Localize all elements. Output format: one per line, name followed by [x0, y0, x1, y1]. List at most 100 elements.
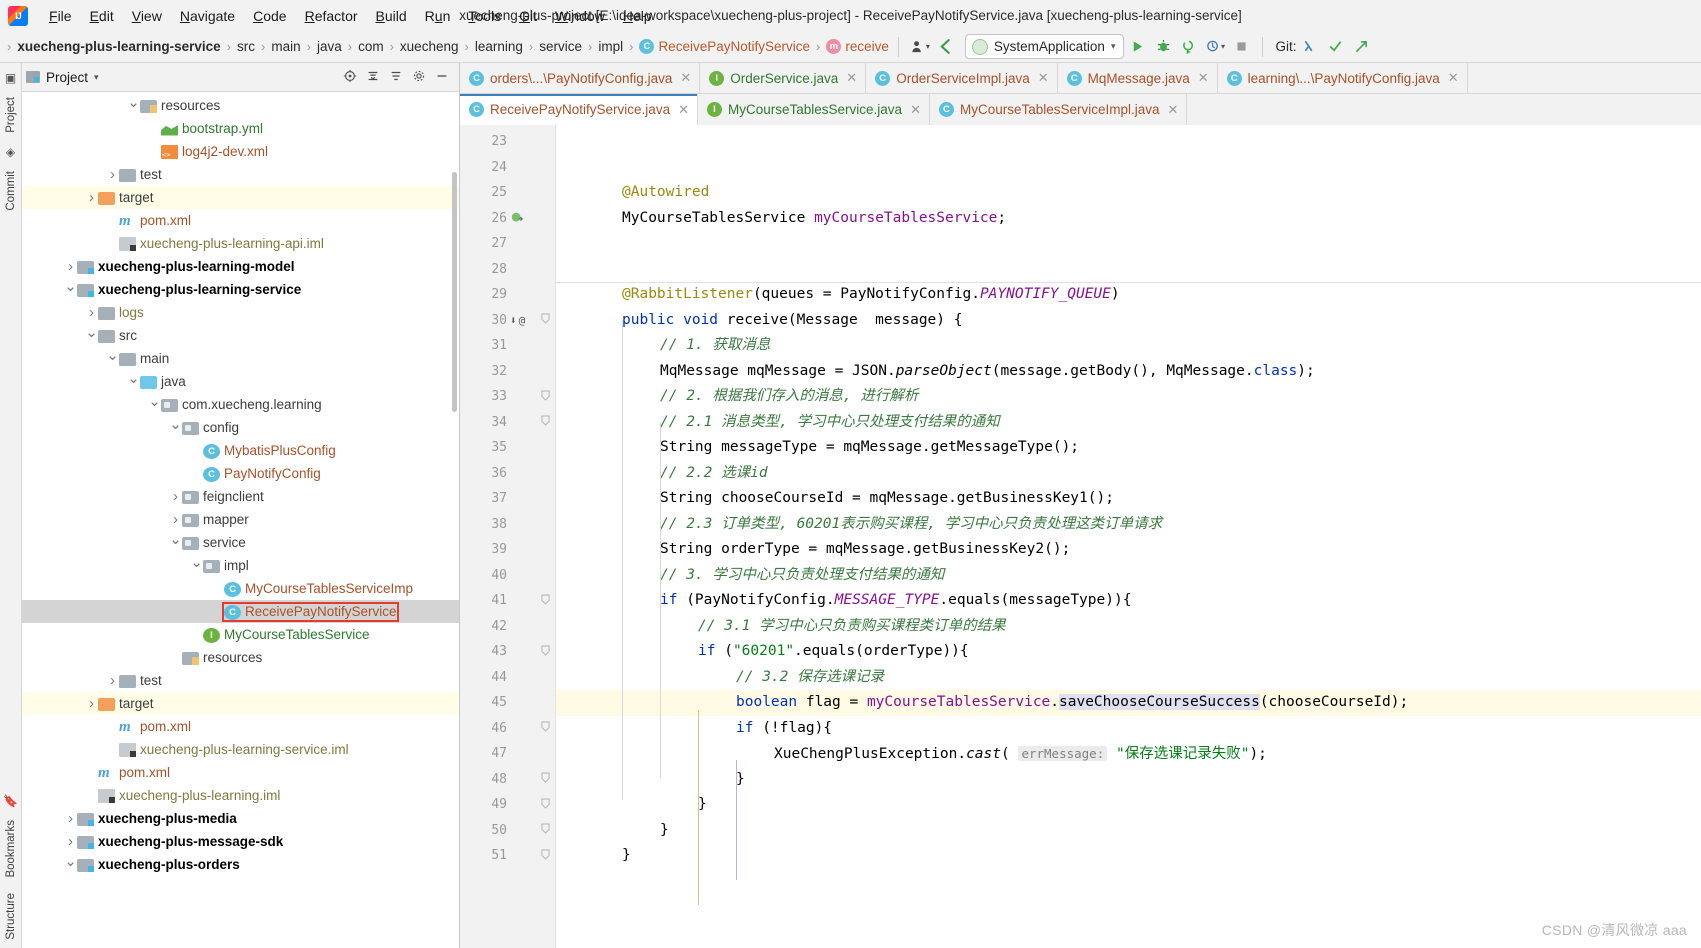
breadcrumb-item-xuecheng[interactable]: xuecheng	[399, 37, 460, 56]
gutter-line[interactable]: 40	[460, 563, 555, 589]
tree-node[interactable]: logs	[22, 301, 459, 324]
gutter-line[interactable]: 38	[460, 512, 555, 538]
gutter-line[interactable]: 47	[460, 741, 555, 767]
tree-node[interactable]: feignclient	[22, 485, 459, 508]
code-line[interactable]: @Autowired	[556, 180, 1701, 206]
tree-node[interactable]: m pom.xml	[22, 761, 459, 784]
fold-marker-icon[interactable]	[539, 390, 551, 404]
tree-node[interactable]: xuecheng-plus-orders	[22, 853, 459, 876]
tree-node[interactable]: C MyCourseTablesServiceImp	[22, 577, 459, 600]
gear-icon[interactable]	[412, 69, 426, 86]
code-line[interactable]: @RabbitListener(queues = PayNotifyConfig…	[556, 282, 1701, 308]
tree-node[interactable]: m pom.xml	[22, 715, 459, 738]
breadcrumb-item-main[interactable]: main	[270, 37, 301, 56]
chevron-down-icon[interactable]	[85, 327, 98, 345]
fold-marker-icon[interactable]	[539, 313, 551, 327]
close-icon[interactable]: ✕	[846, 70, 857, 86]
fold-marker-icon[interactable]	[539, 798, 551, 812]
code-line[interactable]: String orderType = mqMessage.getBusiness…	[556, 537, 1701, 563]
code-line[interactable]: if (PayNotifyConfig.MESSAGE_TYPE.equals(…	[556, 588, 1701, 614]
tree-node[interactable]: bootstrap.yml	[22, 117, 459, 140]
gutter-line[interactable]: 28	[460, 257, 555, 283]
chevron-down-icon[interactable]	[64, 856, 77, 874]
sort-icon[interactable]	[389, 69, 403, 86]
gutter-marker[interactable]: ⬇ @	[510, 314, 536, 327]
breadcrumb-item-service[interactable]: service	[538, 37, 583, 56]
fold-marker-icon[interactable]	[539, 721, 551, 735]
tree-node[interactable]: xuecheng-plus-learning-service.iml	[22, 738, 459, 761]
chevron-right-icon[interactable]	[169, 488, 182, 505]
gutter-line[interactable]: 44	[460, 665, 555, 691]
tree-node[interactable]: resources	[22, 646, 459, 669]
gutter-line[interactable]: 34	[460, 410, 555, 436]
editor-tab[interactable]: C OrderServiceImpl.java ✕	[866, 63, 1058, 93]
tree-node[interactable]: target	[22, 186, 459, 209]
tree-node[interactable]: C MybatisPlusConfig	[22, 439, 459, 462]
breadcrumb[interactable]: › xuecheng-plus-learning-service › src › main…	[2, 37, 890, 56]
editor-tab[interactable]: C MqMessage.java ✕	[1057, 63, 1218, 93]
chevron-right-icon[interactable]	[85, 695, 98, 712]
chevron-down-icon[interactable]	[190, 557, 203, 575]
code-line[interactable]: XueChengPlusException.cast( errMessage: …	[556, 741, 1701, 767]
fold-marker-icon[interactable]	[539, 415, 551, 429]
gutter-line[interactable]: 51	[460, 843, 555, 869]
breadcrumb-item-learning[interactable]: learning	[474, 37, 524, 56]
tree-node[interactable]: xuecheng-plus-learning-api.iml	[22, 232, 459, 255]
chevron-down-icon[interactable]	[169, 419, 182, 437]
editor-tab[interactable]: Corders\...\PayNotifyConfig.java ✕	[460, 63, 701, 93]
chevron-right-icon[interactable]	[64, 833, 77, 850]
code-line[interactable]: // 2.3 订单类型, 60201表示购买课程, 学习中心只负责处理这类订单请…	[556, 512, 1701, 538]
tree-node[interactable]: src	[22, 324, 459, 347]
gutter-line[interactable]: 43	[460, 639, 555, 665]
menu-item-help[interactable]: Help	[614, 5, 661, 27]
tree-node[interactable]: xuecheng-plus-learning-model	[22, 255, 459, 278]
code-line[interactable]	[556, 231, 1701, 257]
menu-item-code[interactable]: Code	[244, 5, 295, 27]
breadcrumb-item-src[interactable]: src	[236, 37, 256, 56]
chevron-right-icon[interactable]	[64, 258, 77, 275]
gutter-line[interactable]: 33	[460, 384, 555, 410]
gutter-line[interactable]: 30 ⬇ @	[460, 308, 555, 334]
target-icon[interactable]	[343, 69, 357, 86]
sidebar-tab-bookmarks[interactable]: Bookmarks	[3, 812, 19, 886]
git-commit-icon[interactable]	[1322, 35, 1348, 59]
gutter-line[interactable]: 41	[460, 588, 555, 614]
sidebar-tab-commit[interactable]: Commit	[3, 163, 19, 219]
code-line[interactable]: if ("60201".equals(orderType)){	[556, 639, 1701, 665]
menu-item-edit[interactable]: Edit	[81, 5, 123, 27]
tree-node[interactable]: test	[22, 669, 459, 692]
run-configuration-selector[interactable]: SystemApplication ▾	[964, 34, 1125, 59]
tree-node[interactable]: com.xuecheng.learning	[22, 393, 459, 416]
chevron-down-icon[interactable]: ▾	[94, 72, 99, 83]
gutter-line[interactable]: 42	[460, 614, 555, 640]
code-line[interactable]: }	[556, 792, 1701, 818]
collapse-all-icon[interactable]	[366, 69, 380, 86]
sidebar-tab-project[interactable]: Project	[3, 89, 19, 141]
code-line[interactable]: if (!flag){	[556, 716, 1701, 742]
tree-node[interactable]: impl	[22, 554, 459, 577]
menu-item-view[interactable]: View	[123, 5, 171, 27]
breadcrumb-item-com[interactable]: com	[357, 37, 385, 56]
chevron-down-icon[interactable]	[64, 281, 77, 299]
tree-node[interactable]: java	[22, 370, 459, 393]
code-line[interactable]: MyCourseTablesService myCourseTablesServ…	[556, 206, 1701, 232]
tree-node[interactable]: xuecheng-plus-learning-service	[22, 278, 459, 301]
chevron-right-icon[interactable]	[169, 511, 182, 528]
breadcrumb-item-receivepaynotifyservice[interactable]: C ReceivePayNotifyService	[638, 37, 811, 56]
menu-item-window[interactable]: Window	[546, 5, 614, 27]
code-content[interactable]: @Autowired MyCourseTablesService myCourse…	[556, 125, 1701, 948]
tree-node[interactable]: xuecheng-plus-message-sdk	[22, 830, 459, 853]
gutter-line[interactable]: 35	[460, 435, 555, 461]
gutter-line[interactable]: 46	[460, 716, 555, 742]
tree-node[interactable]: mapper	[22, 508, 459, 531]
tree-node[interactable]: config	[22, 416, 459, 439]
fold-marker-icon[interactable]	[539, 772, 551, 786]
code-line[interactable]	[556, 257, 1701, 283]
gutter-line[interactable]: 24	[460, 155, 555, 181]
menu-item-build[interactable]: Build	[367, 5, 416, 27]
gutter-line[interactable]: 49	[460, 792, 555, 818]
close-icon[interactable]: ✕	[1198, 70, 1209, 86]
tree-node[interactable]: target	[22, 692, 459, 715]
gutter-line[interactable]: 27	[460, 231, 555, 257]
editor-tabs-row-1[interactable]: Corders\...\PayNotifyConfig.java ✕ I OrderS…	[460, 63, 1701, 94]
